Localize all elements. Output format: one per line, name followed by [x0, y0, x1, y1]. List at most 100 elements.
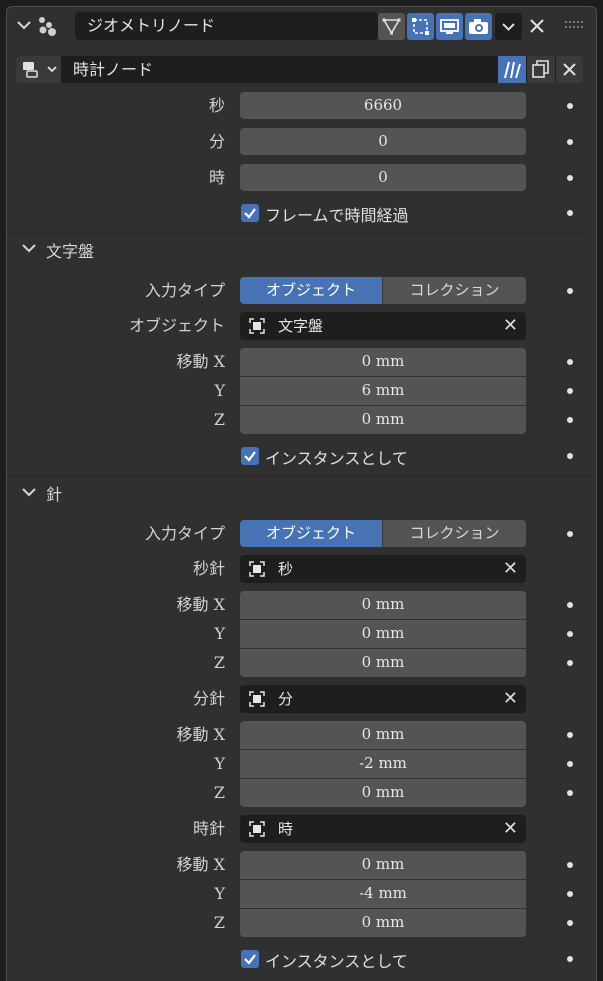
section-divider: [7, 476, 590, 477]
hour-move-z-field[interactable]: 0 mm: [240, 909, 526, 937]
keyframe-dot[interactable]: [567, 210, 573, 216]
modifier-name-field[interactable]: ジオメトリノード: [75, 12, 378, 40]
extra-menu-button[interactable]: [495, 13, 522, 40]
keyframe-dot[interactable]: [567, 602, 573, 608]
keyframe-dot[interactable]: [567, 631, 573, 637]
dial-input-type-toggle[interactable]: オブジェクト コレクション: [240, 277, 526, 304]
second-move-z-field[interactable]: 0 mm: [240, 649, 526, 677]
minute-move-x-field[interactable]: 0 mm: [240, 721, 526, 749]
keyframe-dot[interactable]: [567, 531, 573, 537]
second-move-x-field[interactable]: 0 mm: [240, 591, 526, 619]
camera-icon: [469, 19, 488, 34]
collapse-chevron-icon[interactable]: [16, 19, 32, 31]
second-hand-field[interactable]: 秒 ✕: [240, 555, 526, 583]
second-hand-label: 秒針: [192, 559, 225, 578]
as-instance-label: インスタンスとして: [265, 952, 408, 971]
seconds-field[interactable]: 6660: [240, 92, 526, 119]
keyframe-dot[interactable]: [567, 175, 573, 181]
option-collection[interactable]: コレクション: [382, 520, 526, 547]
keyframe-dot[interactable]: [567, 417, 573, 423]
keyframe-dot[interactable]: [567, 139, 573, 145]
option-object[interactable]: オブジェクト: [240, 520, 382, 547]
minute-move-y-field[interactable]: -2 mm: [240, 750, 526, 778]
clear-icon[interactable]: ✕: [503, 555, 518, 583]
hands-section-title[interactable]: 針: [46, 481, 62, 505]
checkmark-icon: [244, 451, 256, 462]
hour-hand-label: 時針: [192, 819, 225, 838]
as-instance-label: インスタンスとして: [265, 449, 408, 468]
clear-icon[interactable]: ✕: [503, 815, 518, 843]
edit-mode-toggle[interactable]: [378, 13, 405, 40]
checkmark-icon: [244, 208, 256, 219]
move-x-label: 移動 X: [176, 352, 225, 371]
keyframe-dot[interactable]: [567, 359, 573, 365]
keyframe-dot[interactable]: [567, 288, 573, 294]
keyframe-dot[interactable]: [567, 660, 573, 666]
keyframe-dot[interactable]: [567, 920, 573, 926]
keyframe-dot[interactable]: [567, 891, 573, 897]
hour-move-y-field[interactable]: -4 mm: [240, 880, 526, 908]
keyframe-dot[interactable]: [567, 453, 573, 459]
y-label: Y: [214, 624, 225, 643]
keyframe-dot[interactable]: [567, 103, 573, 109]
keyframe-dot[interactable]: [567, 761, 573, 767]
z-label: Z: [213, 410, 225, 429]
node-group-browse-button[interactable]: [16, 56, 61, 83]
move-x-label: 移動 X: [176, 725, 225, 744]
duplicate-button[interactable]: [527, 56, 555, 83]
chevron-down-icon: [502, 23, 515, 31]
option-object[interactable]: オブジェクト: [240, 277, 382, 304]
hour-move-x-field[interactable]: 0 mm: [240, 851, 526, 879]
node-group-name: 時計ノード: [73, 60, 154, 79]
viewport-toggle[interactable]: [436, 13, 463, 40]
object-icon: [249, 318, 265, 334]
minute-hand-field[interactable]: 分 ✕: [240, 685, 526, 713]
minutes-label: 分: [208, 132, 225, 151]
chevron-down-icon[interactable]: [22, 243, 36, 253]
clear-icon[interactable]: ✕: [503, 685, 518, 713]
dial-section-title[interactable]: 文字盤: [46, 238, 94, 262]
y-label: Y: [214, 884, 225, 903]
option-collection[interactable]: コレクション: [382, 277, 526, 304]
second-move-y-field[interactable]: 0 mm: [240, 620, 526, 648]
node-group-selector[interactable]: 時計ノード: [16, 56, 583, 83]
close-icon: [563, 63, 576, 76]
node-tree-icon: [23, 62, 57, 78]
edit-mode-icon: [382, 18, 401, 35]
object-label: オブジェクト: [128, 316, 225, 335]
keyframe-dot[interactable]: [567, 790, 573, 796]
keyframe-dot[interactable]: [567, 388, 573, 394]
hands-as-instance-checkbox[interactable]: [241, 950, 259, 968]
section-divider: [7, 233, 590, 234]
close-icon[interactable]: [529, 18, 545, 34]
unlink-button[interactable]: [556, 56, 583, 83]
duplicate-icon: [532, 60, 549, 78]
keyframe-dot[interactable]: [567, 956, 573, 962]
keyframe-dot[interactable]: [567, 732, 573, 738]
fake-user-button[interactable]: [498, 56, 526, 83]
chevron-down-icon[interactable]: [22, 487, 36, 497]
hours-field[interactable]: 0: [240, 164, 526, 191]
minutes-field[interactable]: 0: [240, 128, 526, 155]
render-toggle[interactable]: [465, 13, 492, 40]
move-x-label: 移動 X: [176, 855, 225, 874]
seconds-label: 秒: [208, 96, 225, 115]
geometry-nodes-icon: [39, 17, 56, 36]
dial-move-y-field[interactable]: 6 mm: [240, 377, 526, 405]
y-label: Y: [214, 381, 225, 400]
dial-move-x-field[interactable]: 0 mm: [240, 348, 526, 376]
input-type-label: 入力タイプ: [144, 524, 225, 543]
dial-move-z-field[interactable]: 0 mm: [240, 406, 526, 434]
dial-object-field[interactable]: 文字盤 ✕: [240, 312, 526, 340]
on-cage-icon: [412, 18, 429, 35]
frame-elapsed-checkbox[interactable]: [241, 204, 259, 222]
dial-as-instance-checkbox[interactable]: [241, 447, 259, 465]
clear-icon[interactable]: ✕: [503, 312, 518, 340]
minute-move-z-field[interactable]: 0 mm: [240, 779, 526, 807]
keyframe-dot[interactable]: [567, 862, 573, 868]
hour-hand-field[interactable]: 時 ✕: [240, 815, 526, 843]
cage-toggle[interactable]: [407, 13, 434, 40]
y-label: Y: [214, 754, 225, 773]
drag-handle-icon[interactable]: [565, 21, 583, 29]
hands-input-type-toggle[interactable]: オブジェクト コレクション: [240, 520, 526, 547]
